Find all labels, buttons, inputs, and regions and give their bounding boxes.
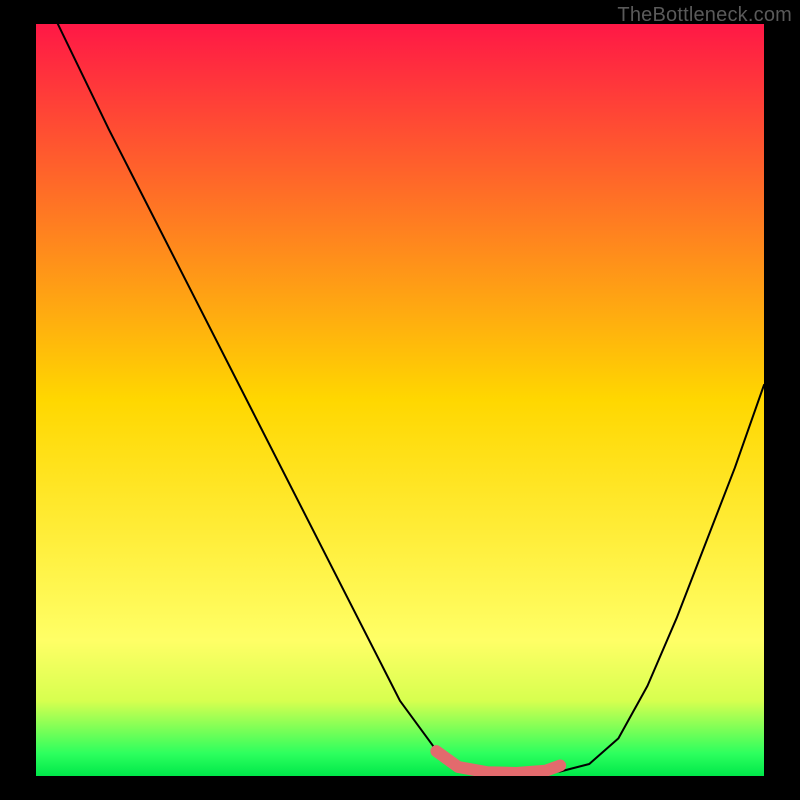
chart-stage: TheBottleneck.com — [0, 0, 800, 800]
gradient-background — [36, 24, 764, 776]
plot-area — [36, 24, 764, 776]
watermark-text: TheBottleneck.com — [617, 4, 792, 27]
plot-svg — [36, 24, 764, 776]
